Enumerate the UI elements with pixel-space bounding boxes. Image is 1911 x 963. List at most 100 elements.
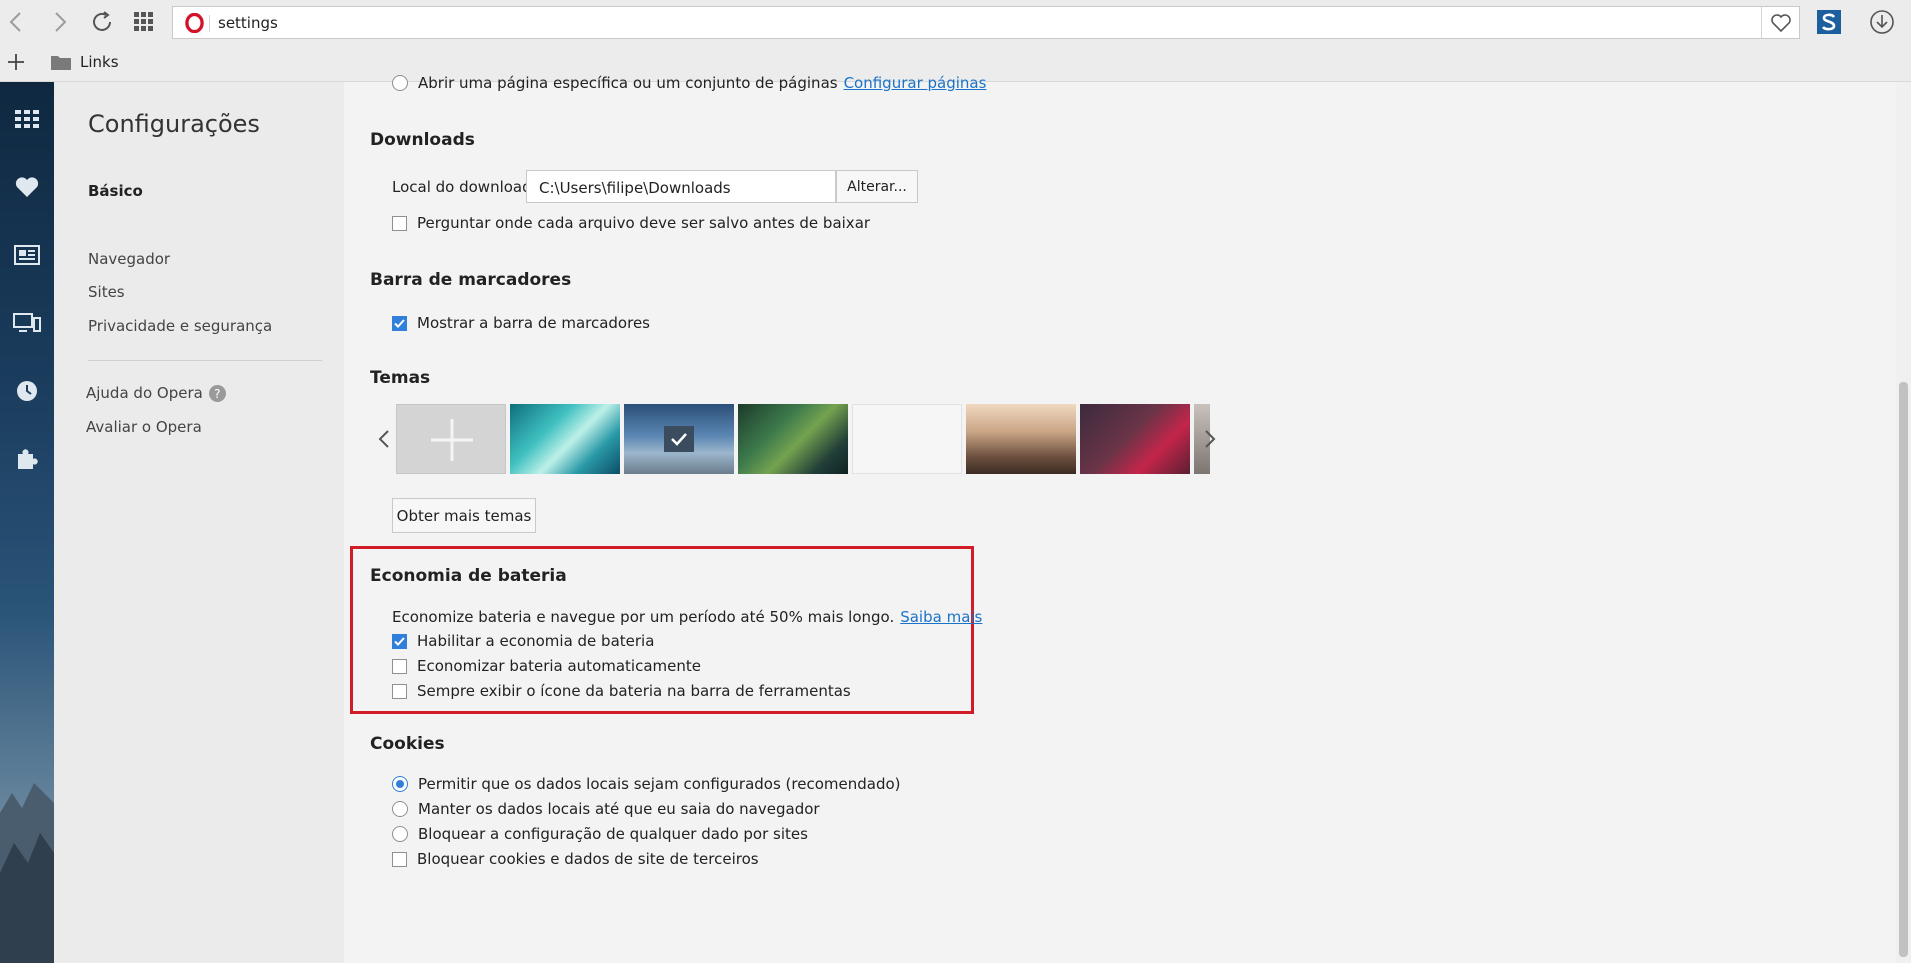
theme-wallpaper-waves[interactable] — [510, 404, 620, 474]
themes-next-button[interactable] — [1200, 424, 1220, 454]
themes-prev-button[interactable] — [374, 424, 394, 454]
cookies-allow-label: Permitir que os dados locais sejam confi… — [418, 775, 901, 793]
check-icon — [394, 636, 405, 646]
theme-add-custom[interactable] — [396, 404, 506, 474]
browser-toolbar: settings — [0, 0, 1911, 43]
battery-learn-more-link[interactable]: Saiba mais — [900, 608, 982, 626]
theme-wallpaper-blank[interactable] — [852, 404, 962, 474]
sidebar-history[interactable] — [10, 376, 44, 406]
settings-content: Abrir uma página específica ou um conjun… — [344, 74, 1896, 963]
bookmark-heart-button[interactable] — [1761, 7, 1799, 38]
content-scrollbar[interactable] — [1896, 82, 1911, 963]
cookies-keep-until-exit-radio[interactable] — [392, 801, 408, 817]
cookies-keep-until-exit-label: Manter os dados locais até que eu saia d… — [418, 800, 820, 818]
download-location-field[interactable]: C:\Users\filipe\Downloads — [526, 170, 836, 203]
startup-specific-pages-option[interactable]: Abrir uma página específica ou um conjun… — [392, 74, 986, 92]
cookies-allow-radio[interactable] — [392, 776, 408, 792]
nav-item-rate[interactable]: Avaliar o Opera — [86, 418, 202, 436]
address-text[interactable]: settings — [218, 14, 278, 32]
puzzle-icon — [18, 449, 38, 469]
heart-icon — [1770, 13, 1791, 32]
scrollbar-thumb[interactable] — [1899, 382, 1908, 957]
add-bookmark-button[interactable] — [6, 52, 26, 76]
back-arrow-icon — [9, 12, 21, 32]
cookies-block-third-party-option[interactable]: Bloquear cookies e dados de site de terc… — [392, 850, 759, 868]
forward-arrow-icon — [55, 12, 67, 32]
ask-download-location-option[interactable]: Perguntar onde cada arquivo deve ser sal… — [392, 214, 870, 232]
cookies-allow-option[interactable]: Permitir que os dados locais sejam confi… — [392, 775, 901, 793]
clock-icon — [17, 381, 37, 401]
heart-filled-icon — [15, 177, 39, 197]
bookmark-folder-links[interactable]: Links — [50, 53, 119, 71]
nav-item-basic[interactable]: Básico — [88, 182, 143, 200]
settings-navigation: Configurações Básico Navegador Sites Pri… — [54, 82, 344, 963]
cookies-heading: Cookies — [370, 734, 445, 754]
theme-wallpaper-red[interactable] — [1080, 404, 1190, 474]
nav-divider — [88, 360, 322, 361]
download-icon — [1870, 10, 1894, 34]
nav-help-label: Ajuda do Opera — [86, 384, 203, 402]
sidebar-news[interactable] — [10, 240, 44, 270]
show-bookmarks-bar-label: Mostrar a barra de marcadores — [417, 314, 650, 332]
plus-icon — [8, 54, 24, 70]
sidebar-wallpaper — [0, 783, 54, 963]
auto-battery-saver-checkbox[interactable] — [392, 658, 407, 674]
theme-wallpaper-canyon[interactable] — [966, 404, 1076, 474]
back-button[interactable] — [0, 6, 32, 38]
chevron-right-icon — [1205, 430, 1216, 448]
configure-pages-link[interactable]: Configurar páginas — [844, 74, 987, 92]
reload-button[interactable] — [86, 6, 118, 38]
show-bookmarks-bar-checkbox[interactable] — [392, 315, 407, 331]
forward-button[interactable] — [44, 6, 76, 38]
devices-icon — [13, 313, 41, 332]
auto-battery-saver-label: Economizar bateria automaticamente — [417, 657, 701, 675]
opera-logo-icon — [185, 13, 204, 33]
themes-carousel — [374, 404, 1474, 474]
nav-item-browser[interactable]: Navegador — [88, 250, 170, 268]
sidebar-speed-dial[interactable] — [10, 104, 44, 134]
cookies-keep-until-exit-option[interactable]: Manter os dados locais até que eu saia d… — [392, 800, 820, 818]
theme-wallpaper-mountains-selected[interactable] — [624, 404, 734, 474]
download-location-label: Local do download: — [392, 178, 537, 196]
address-divider — [209, 15, 210, 32]
auto-battery-saver-option[interactable]: Economizar bateria automaticamente — [392, 657, 701, 675]
battery-description: Economize bateria e navegue por um perío… — [392, 608, 982, 626]
sync-extension-button[interactable] — [1813, 6, 1845, 38]
sidebar-devices[interactable] — [10, 308, 44, 338]
cookies-block-third-party-checkbox[interactable] — [392, 851, 407, 867]
nav-item-help[interactable]: Ajuda do Opera? — [86, 384, 226, 402]
cookies-block-all-option[interactable]: Bloquear a configuração de qualquer dado… — [392, 825, 808, 843]
check-icon — [671, 433, 687, 446]
nav-item-sites[interactable]: Sites — [88, 283, 125, 301]
battery-icon-toolbar-checkbox[interactable] — [392, 683, 407, 699]
enable-battery-saver-checkbox[interactable] — [392, 633, 407, 649]
cookies-block-third-party-label: Bloquear cookies e dados de site de terc… — [417, 850, 759, 868]
downloads-heading: Downloads — [370, 130, 475, 150]
battery-description-text: Economize bateria e navegue por um perío… — [392, 608, 895, 626]
sidebar-bookmarks[interactable] — [10, 172, 44, 202]
theme-wallpaper-feathers[interactable] — [738, 404, 848, 474]
address-bar[interactable]: settings — [172, 6, 1800, 39]
check-icon — [394, 318, 405, 328]
ask-download-location-label: Perguntar onde cada arquivo deve ser sal… — [417, 214, 871, 232]
settings-title: Configurações — [88, 110, 260, 138]
cookies-block-all-label: Bloquear a configuração de qualquer dado… — [418, 825, 808, 843]
cookies-block-all-radio[interactable] — [392, 826, 408, 842]
nav-item-privacy[interactable]: Privacidade e segurança — [88, 317, 272, 335]
enable-battery-saver-label: Habilitar a economia de bateria — [417, 632, 655, 650]
sidebar-extensions[interactable] — [10, 444, 44, 474]
show-bookmarks-bar-option[interactable]: Mostrar a barra de marcadores — [392, 314, 650, 332]
chevron-left-icon — [378, 430, 389, 448]
enable-battery-saver-option[interactable]: Habilitar a economia de bateria — [392, 632, 654, 650]
extension-s-icon — [1817, 10, 1841, 34]
downloads-button[interactable] — [1866, 6, 1898, 38]
get-more-themes-button[interactable]: Obter mais temas — [392, 498, 536, 533]
startup-specific-pages-radio[interactable] — [392, 75, 408, 91]
help-question-icon: ? — [208, 385, 226, 402]
speed-dial-button[interactable] — [128, 6, 160, 38]
battery-icon-toolbar-option[interactable]: Sempre exibir o ícone da bateria na barr… — [392, 682, 851, 700]
plus-large-icon — [431, 419, 473, 461]
ask-download-location-checkbox[interactable] — [392, 215, 407, 231]
change-download-location-button[interactable]: Alterar... — [836, 170, 918, 203]
opera-sidebar — [0, 82, 54, 963]
